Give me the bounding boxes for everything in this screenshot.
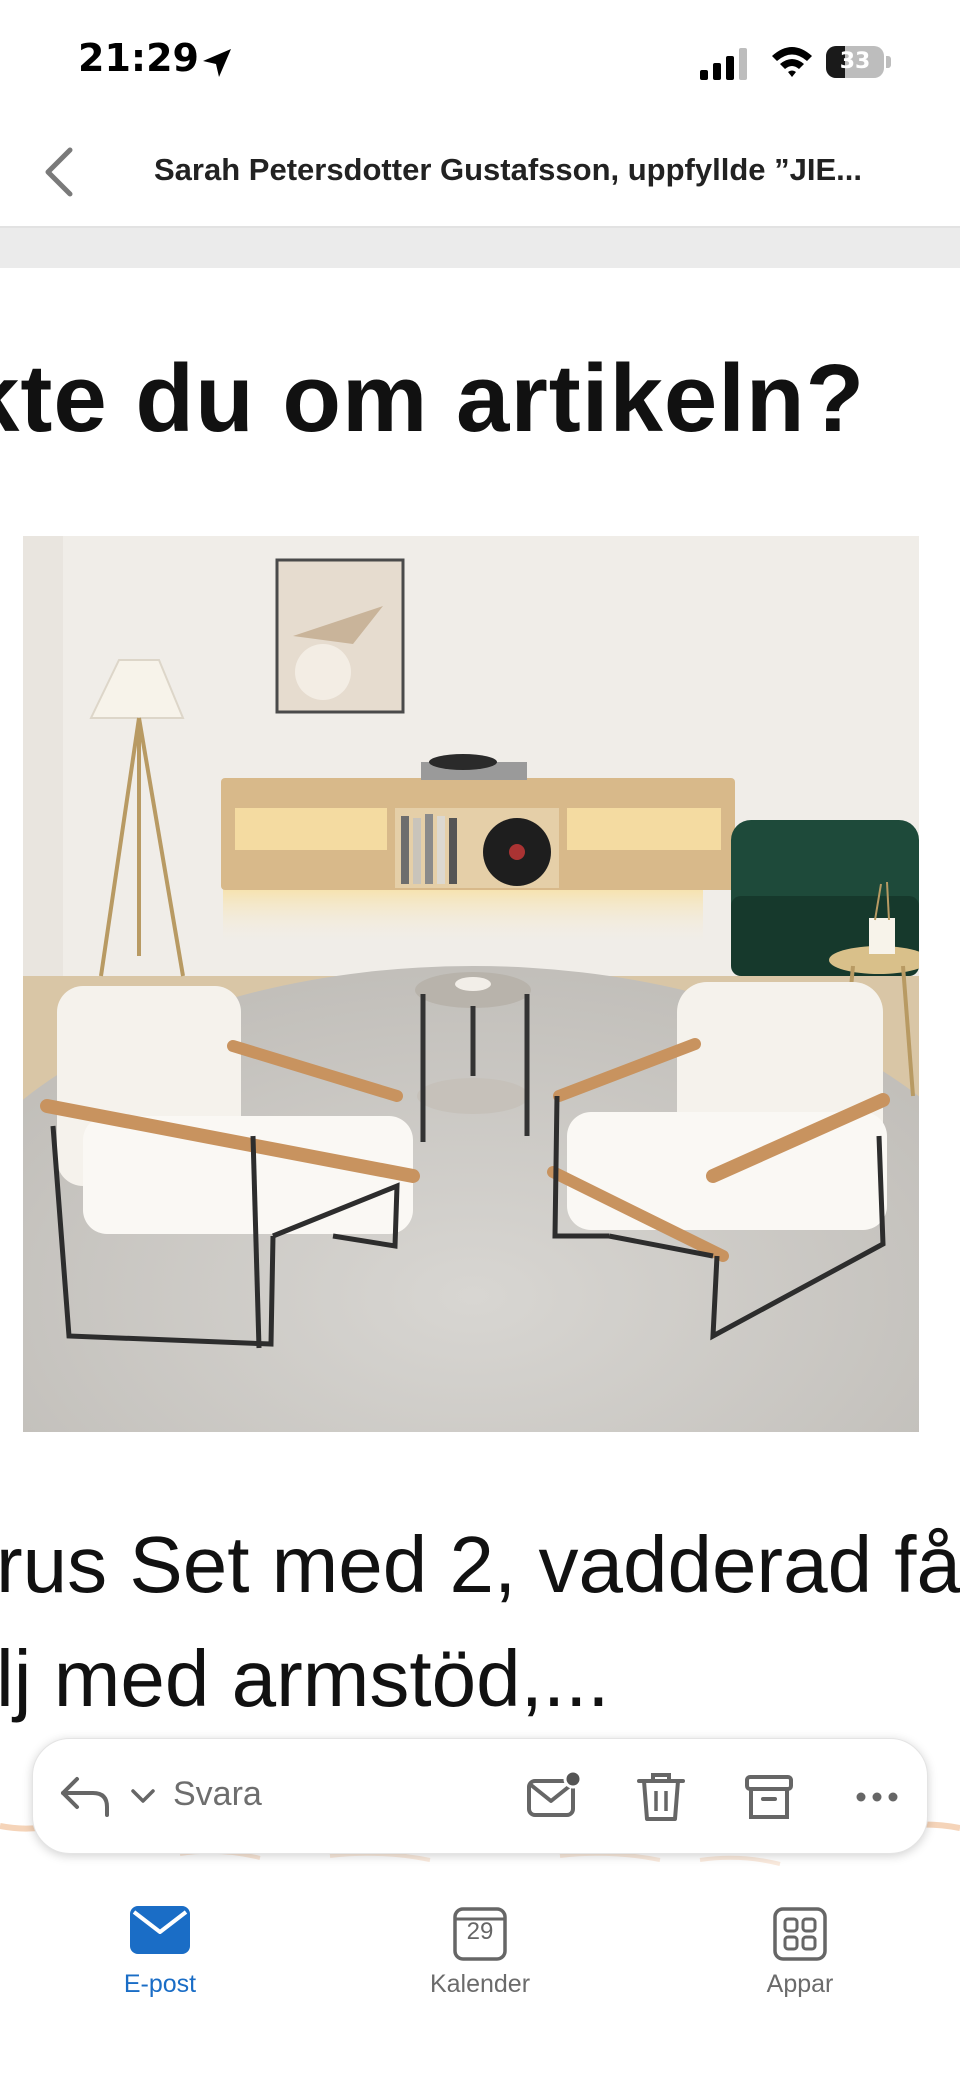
- calendar-icon: 29: [452, 1904, 508, 1962]
- archive-icon[interactable]: [739, 1767, 799, 1827]
- cellular-signal-icon: [700, 48, 747, 80]
- email-body[interactable]: kte du om artikeln? rus Set med 2, vadde…: [0, 268, 960, 1748]
- mark-unread-icon[interactable]: [523, 1767, 583, 1827]
- tab-calendar-label: Kalender: [429, 1970, 531, 1998]
- tab-apps[interactable]: Appar: [700, 1892, 900, 2002]
- product-title-line-2: lj med armstöd,...: [0, 1634, 610, 1723]
- wifi-icon: [772, 47, 812, 77]
- trash-icon[interactable]: [631, 1767, 691, 1827]
- apps-grid-icon: [773, 1907, 827, 1961]
- chevron-down-icon[interactable]: [129, 1785, 157, 1807]
- more-options-icon[interactable]: [847, 1767, 907, 1827]
- tab-mail-label: E-post: [123, 1970, 197, 1998]
- tab-calendar[interactable]: 29 Kalender: [380, 1892, 580, 2002]
- product-title-line-1: rus Set med 2, vadderad få: [0, 1520, 960, 1609]
- location-arrow-icon: [203, 49, 231, 77]
- battery-indicator: 33: [826, 46, 892, 80]
- reply-button-label[interactable]: Svara: [173, 1775, 262, 1814]
- reply-arrow-icon[interactable]: [57, 1773, 113, 1819]
- email-header: Sarah Petersdotter Gustafsson, uppfyllde…: [0, 120, 960, 228]
- email-headline: kte du om artikeln?: [0, 345, 866, 452]
- tab-mail[interactable]: E-post: [60, 1892, 260, 2002]
- product-image[interactable]: [23, 536, 919, 1432]
- back-chevron-icon[interactable]: [36, 142, 86, 202]
- calendar-day-number: 29: [466, 1918, 494, 1945]
- status-bar: 21:29 33: [0, 0, 960, 120]
- email-subject-title: Sarah Petersdotter Gustafsson, uppfyllde…: [154, 152, 863, 187]
- header-separator-band: [0, 228, 960, 268]
- mail-icon: [130, 1906, 190, 1954]
- status-time: 21:29: [78, 36, 199, 80]
- email-action-bar: Svara: [32, 1738, 928, 1854]
- battery-level-text: 33: [839, 49, 871, 74]
- bottom-tab-bar: E-post 29 Kalender Appar: [0, 1880, 960, 2078]
- tab-apps-label: Appar: [766, 1970, 834, 1998]
- product-title[interactable]: rus Set med 2, vadderad få lj med armstö…: [0, 1508, 960, 1736]
